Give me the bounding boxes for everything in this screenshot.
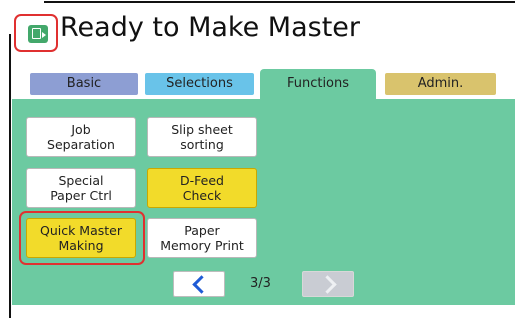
button-label: D-Feed <box>180 173 224 188</box>
button-label: Separation <box>47 137 115 152</box>
screen-frame-top <box>44 1 515 3</box>
app-icon-highlight[interactable] <box>14 14 58 52</box>
button-label: Paper <box>184 223 220 238</box>
master-icon <box>28 25 48 43</box>
tab-functions[interactable]: Functions <box>260 69 376 101</box>
page-title: Ready to Make Master <box>60 12 361 43</box>
special-paper-ctrl-button[interactable]: Special Paper Ctrl <box>26 168 136 208</box>
paper-memory-print-button[interactable]: Paper Memory Print <box>147 218 257 258</box>
button-label: Job <box>71 122 91 137</box>
button-label: Memory Print <box>160 238 244 253</box>
tab-bar: Basic Selections Functions Admin. <box>15 69 515 101</box>
button-label: Slip sheet <box>171 122 233 137</box>
screen-frame-left <box>9 34 11 318</box>
button-label: Check <box>182 188 222 203</box>
page-indicator: 3/3 <box>250 276 271 291</box>
tab-admin[interactable]: Admin. <box>385 73 496 95</box>
button-label: sorting <box>180 137 224 152</box>
button-label: Special <box>58 173 104 188</box>
prev-page-button[interactable] <box>173 271 225 297</box>
chevron-right-icon <box>318 275 337 294</box>
quick-master-highlight <box>19 211 145 265</box>
d-feed-check-button[interactable]: D-Feed Check <box>147 168 257 208</box>
next-page-button[interactable] <box>302 271 354 297</box>
job-separation-button[interactable]: Job Separation <box>26 117 136 157</box>
tab-basic[interactable]: Basic <box>30 73 138 95</box>
button-label: Paper Ctrl <box>50 188 112 203</box>
chevron-left-icon <box>192 275 211 294</box>
tab-selections[interactable]: Selections <box>145 73 254 95</box>
slip-sheet-sorting-button[interactable]: Slip sheet sorting <box>147 117 257 157</box>
